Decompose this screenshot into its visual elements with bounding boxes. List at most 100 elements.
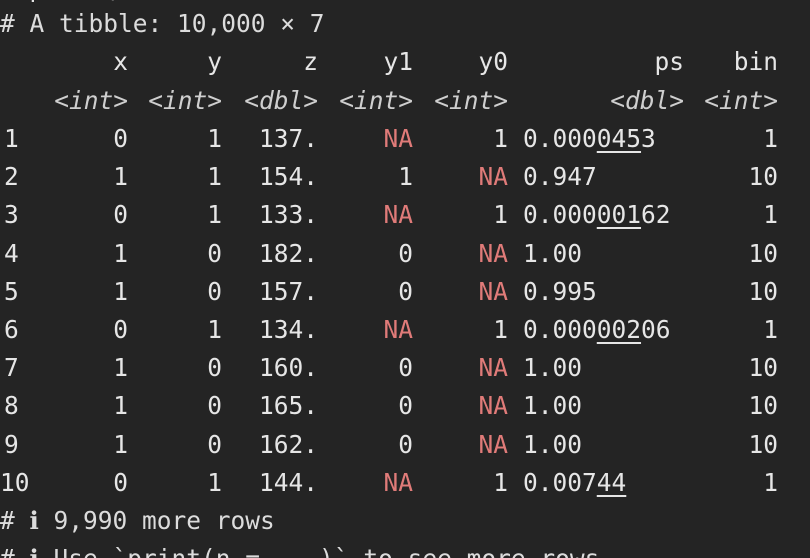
ps-significant-digits: 44	[596, 467, 627, 497]
tibble-title: # A tibble: 10,000 × 7	[0, 9, 325, 38]
ps-value: 1.00	[523, 238, 583, 268]
column-type-y1: <int>	[339, 86, 413, 115]
ps-trailing-digits: 62	[641, 200, 671, 230]
ps-value: 1.00	[523, 353, 583, 383]
cell-ps: 0.00744	[523, 464, 626, 502]
cell-y1: 0	[398, 429, 413, 459]
cell-ps: 0.00000162	[523, 196, 671, 234]
cell-y0: NA	[478, 353, 508, 383]
ps-trailing-digits: 06	[641, 315, 671, 344]
cell-x: 1	[113, 429, 128, 459]
cell-y0: NA	[478, 276, 508, 306]
row-index: 8	[4, 391, 19, 421]
row-index: 9	[4, 429, 19, 459]
cell-y1: 1	[398, 162, 413, 192]
ps-trailing-digits: 3	[641, 124, 656, 153]
row-index: 3	[4, 200, 19, 230]
column-header-bin: bin	[733, 47, 778, 76]
ps-value: 0.000	[523, 200, 597, 230]
cell-bin: 10	[748, 429, 778, 459]
cell-bin: 1	[763, 315, 778, 344]
cell-x: 1	[113, 276, 128, 306]
column-type-bin: <int>	[704, 86, 778, 115]
cell-z: 144.	[258, 467, 318, 497]
cell-y1: 0	[398, 276, 413, 306]
ps-significant-digits: 001	[596, 200, 642, 230]
cell-y: 1	[207, 315, 222, 344]
table-row: 5 1 0 157. 0 NA 0.995 10	[0, 273, 810, 311]
cell-y0: NA	[478, 391, 508, 421]
ps-significant-digits: 045	[596, 124, 642, 153]
cell-z: 160.	[258, 353, 318, 383]
cell-y1: NA	[383, 467, 413, 497]
row-index: 10	[0, 467, 30, 497]
ps-significant-digits: 002	[596, 315, 642, 344]
cell-x: 1	[113, 391, 128, 421]
cell-y0: 1	[493, 467, 508, 497]
cell-y: 1	[207, 467, 222, 497]
cell-z: 162.	[258, 429, 318, 459]
table-row: 4 1 0 182. 0 NA 1.00 10	[0, 235, 810, 273]
column-type-ps: <dbl>	[610, 86, 684, 115]
cell-ps: 1.00	[523, 349, 582, 387]
table-row: 10 0 1 144. NA 1 0.00744 1	[0, 464, 810, 502]
ps-value: 1.00	[523, 391, 583, 421]
ps-value: 0.995	[523, 276, 597, 306]
cell-y: 1	[207, 124, 222, 153]
column-header-x: x	[113, 47, 128, 76]
cell-y1: NA	[383, 124, 413, 153]
cell-bin: 10	[748, 162, 778, 192]
cell-y0: NA	[478, 162, 508, 192]
table-row: 9 1 0 162. 0 NA 1.00 10	[0, 426, 810, 464]
cell-y: 0	[207, 429, 222, 459]
column-header-ps: ps	[654, 47, 684, 76]
column-header-y0: y0	[478, 47, 508, 76]
ps-value: 0.007	[523, 467, 597, 497]
column-header-y1: y1	[383, 47, 413, 76]
cell-ps: 0.995	[523, 273, 597, 311]
column-type-y0: <int>	[434, 86, 508, 115]
cell-ps: 1.00	[523, 235, 582, 273]
cell-ps: 1.00	[523, 387, 582, 425]
cell-y1: 0	[398, 391, 413, 421]
cell-y: 1	[207, 162, 222, 192]
cell-x: 1	[113, 353, 128, 383]
cell-bin: 10	[748, 353, 778, 383]
cell-bin: 1	[763, 200, 778, 230]
column-header-row: x y z y1 y0 ps bin	[0, 43, 810, 81]
cell-y: 0	[207, 276, 222, 306]
cell-z: 133.	[258, 200, 318, 230]
row-index: 4	[4, 238, 19, 268]
column-type-row: <int> <int> <dbl> <int> <int> <dbl> <int>	[0, 82, 810, 120]
print-hint-note: # ℹ Use `print(n = ...)` to see more row…	[0, 540, 599, 558]
cell-ps: 1.00	[523, 426, 582, 464]
cell-y0: NA	[478, 429, 508, 459]
row-index: 1	[4, 124, 19, 153]
table-row: 8 1 0 165. 0 NA 1.00 10	[0, 387, 810, 425]
cell-z: 157.	[258, 276, 318, 306]
cell-y1: 0	[398, 353, 413, 383]
cell-bin: 1	[763, 467, 778, 497]
more-rows-note: # ℹ 9,990 more rows	[0, 506, 275, 535]
cell-bin: 10	[748, 238, 778, 268]
cell-z: 154.	[258, 162, 318, 192]
cell-x: 1	[113, 238, 128, 268]
cell-y0: 1	[493, 315, 508, 344]
column-type-x: <int>	[54, 86, 128, 115]
cell-ps: 0.947	[523, 158, 597, 196]
cell-z: 134.	[258, 315, 318, 344]
column-type-z: <dbl>	[244, 86, 318, 115]
cell-x: 0	[113, 315, 128, 344]
r-console-output: > print( # A tibble: 10,000 × 7 xyzy1y0p…	[0, 0, 810, 558]
cell-y0: 1	[493, 124, 508, 153]
cell-y1: 0	[398, 238, 413, 268]
cell-x: 1	[113, 162, 128, 192]
ps-value: 1.00	[523, 429, 583, 459]
row-index: 6	[4, 315, 19, 344]
table-row: 3 0 1 133. NA 1 0.00000162 1	[0, 196, 810, 234]
table-row: 2 1 1 154. 1 NA 0.947 10	[0, 158, 810, 196]
cell-y: 1	[207, 200, 222, 230]
cell-y: 0	[207, 238, 222, 268]
table-row: 6 0 1 134. NA 1 0.00000206 1	[0, 311, 810, 349]
table-row: 7 1 0 160. 0 NA 1.00 10	[0, 349, 810, 387]
